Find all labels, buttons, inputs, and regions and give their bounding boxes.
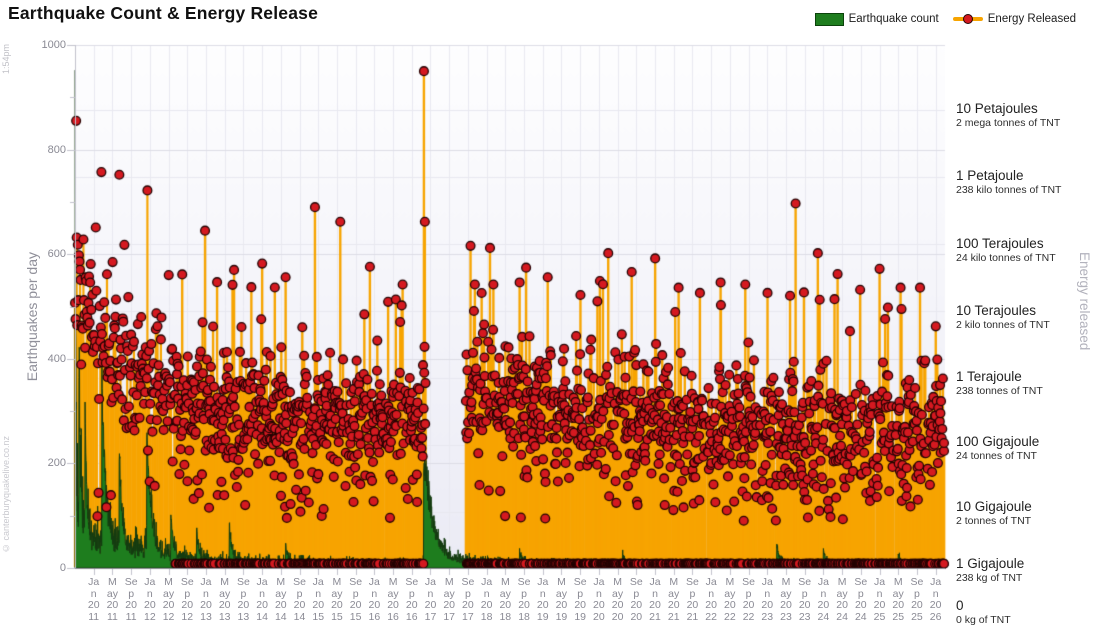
legend-label: Earthquake count bbox=[849, 13, 939, 25]
energy-scale-label: 00 kg of TNT bbox=[956, 598, 1100, 626]
chart-plot-area[interactable] bbox=[0, 0, 1100, 640]
y-axis-tick-label: 0 bbox=[24, 562, 66, 574]
watermark: © canterburyquakelive.co.nz bbox=[1, 436, 11, 553]
earthquake-energy-chart: Earthquake Count & Energy Release 1:54pm… bbox=[0, 0, 1100, 640]
y-axis-tick-label: 200 bbox=[24, 457, 66, 469]
energy-released-swatch-icon bbox=[953, 12, 983, 26]
earthquake-count-swatch-icon bbox=[815, 13, 844, 26]
energy-scale-label: 10 Gigajoule2 tonnes of TNT bbox=[956, 499, 1100, 527]
legend-label: Energy Released bbox=[988, 13, 1076, 25]
right-axis-title: Energy released bbox=[1077, 252, 1092, 350]
energy-scale-label: 10 Terajoules2 kilo tonnes of TNT bbox=[956, 303, 1100, 331]
energy-scale-label: 100 Terajoules24 kilo tonnes of TNT bbox=[956, 236, 1100, 264]
page-title: Earthquake Count & Energy Release bbox=[8, 3, 318, 24]
y-axis-tick-label: 1000 bbox=[24, 39, 66, 51]
energy-scale-label: 100 Gigajoule24 tonnes of TNT bbox=[956, 434, 1100, 462]
energy-scale-label: 10 Petajoules2 mega tonnes of TNT bbox=[956, 101, 1100, 129]
x-axis-tick-label: Jan2026 bbox=[925, 577, 947, 623]
y-axis-tick-label: 400 bbox=[24, 353, 66, 365]
y-axis-tick-label: 600 bbox=[24, 248, 66, 260]
timestamp-label: 1:54pm bbox=[1, 44, 11, 74]
legend-item-energy-released[interactable]: Energy Released bbox=[953, 12, 1076, 26]
legend: Earthquake count Energy Released bbox=[815, 12, 1076, 26]
energy-scale-label: 1 Terajoule238 tonnes of TNT bbox=[956, 369, 1100, 397]
energy-scale-label: 1 Gigajoule238 kg of TNT bbox=[956, 556, 1100, 584]
y-axis-tick-label: 800 bbox=[24, 144, 66, 156]
energy-scale-label: 1 Petajoule238 kilo tonnes of TNT bbox=[956, 168, 1100, 196]
legend-item-earthquake-count[interactable]: Earthquake count bbox=[815, 13, 939, 26]
